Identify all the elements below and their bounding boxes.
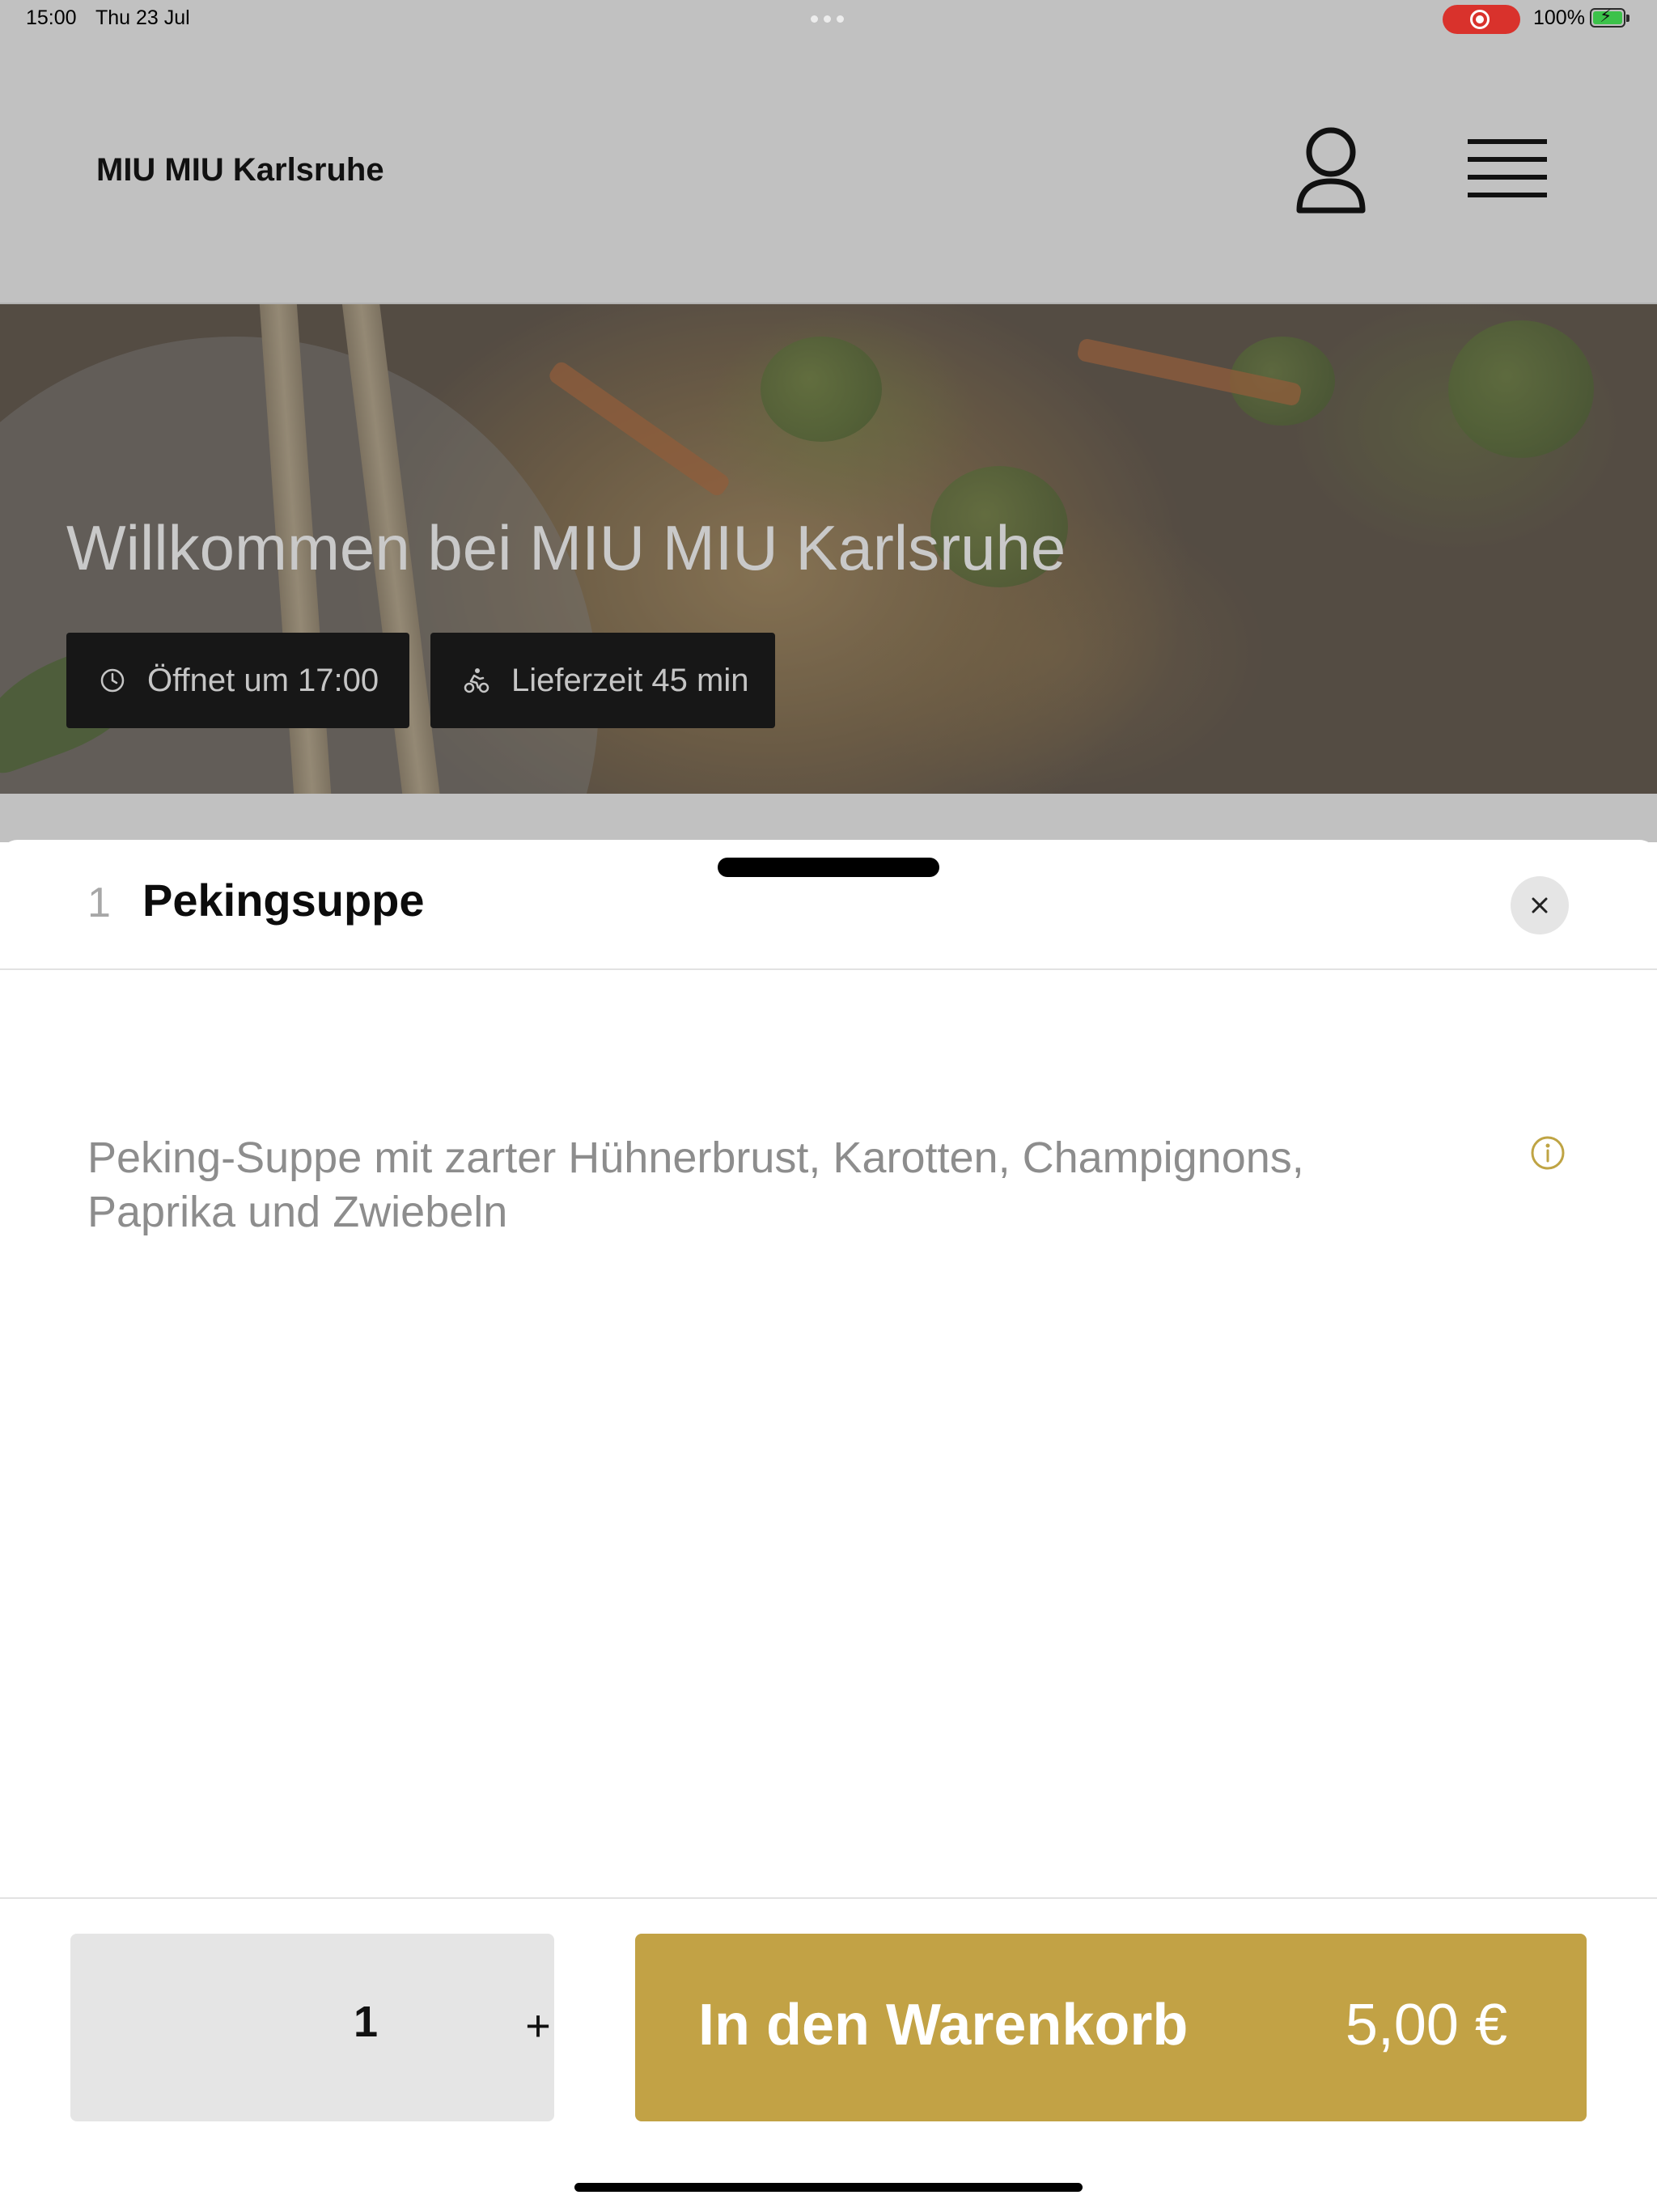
- quantity-value: 1: [354, 1998, 379, 2046]
- info-icon: [1531, 1136, 1565, 1170]
- sheet-footer: 1 + In den Warenkorb 5,00 €: [0, 1897, 1657, 2212]
- close-icon: [1532, 897, 1548, 913]
- multitasking-dots-icon[interactable]: [811, 15, 844, 23]
- screen-recording-icon[interactable]: [1443, 5, 1520, 34]
- status-date: Thu 23 Jul: [95, 6, 190, 29]
- opening-time-badge: Öffnet um 17:00: [66, 633, 409, 728]
- item-description: Peking-Suppe mit zarter Hühnerbrust, Kar…: [87, 1134, 1304, 1236]
- info-button[interactable]: [1529, 1134, 1566, 1172]
- increase-quantity-button[interactable]: +: [507, 1995, 569, 2057]
- opening-time-label: Öffnet um 17:00: [147, 662, 379, 698]
- sheet-grabber[interactable]: [718, 858, 939, 877]
- app-header: MIU MIU Karlsruhe: [0, 37, 1657, 304]
- home-indicator[interactable]: [574, 2183, 1083, 2192]
- hero-banner: Willkommen bei MIU MIU Karlsruhe Öffnet …: [0, 304, 1657, 794]
- item-title: Pekingsuppe: [142, 875, 425, 926]
- background-page-lower: [0, 794, 1657, 842]
- delivery-time-label: Lieferzeit 45 min: [511, 662, 749, 698]
- close-button[interactable]: [1511, 876, 1569, 934]
- user-icon[interactable]: [1286, 121, 1375, 218]
- battery-icon: ⚡: [1590, 6, 1629, 28]
- item-number: 1: [87, 879, 111, 926]
- item-price: 5,00 €: [1345, 1993, 1507, 2057]
- restaurant-name[interactable]: MIU MIU Karlsruhe: [96, 152, 384, 189]
- delivery-time-badge: Lieferzeit 45 min: [430, 633, 775, 728]
- add-to-cart-button[interactable]: In den Warenkorb 5,00 €: [635, 1934, 1587, 2121]
- product-sheet: 1 Pekingsuppe Peking-Suppe mit zarter Hü…: [0, 840, 1657, 2210]
- status-time: 15:00: [26, 6, 77, 29]
- hero-title: Willkommen bei MIU MIU Karlsruhe: [66, 512, 1066, 583]
- scooter-icon: [464, 668, 489, 693]
- clock-icon: [100, 668, 125, 693]
- menu-icon[interactable]: [1461, 131, 1550, 212]
- add-to-cart-label: In den Warenkorb: [698, 1993, 1189, 2057]
- battery-percentage: 100%: [1533, 6, 1585, 29]
- quantity-stepper: 1 +: [70, 1934, 554, 2121]
- sheet-header: 1 Pekingsuppe: [0, 840, 1657, 970]
- status-bar: 15:00 Thu 23 Jul 100% ⚡: [0, 0, 1657, 37]
